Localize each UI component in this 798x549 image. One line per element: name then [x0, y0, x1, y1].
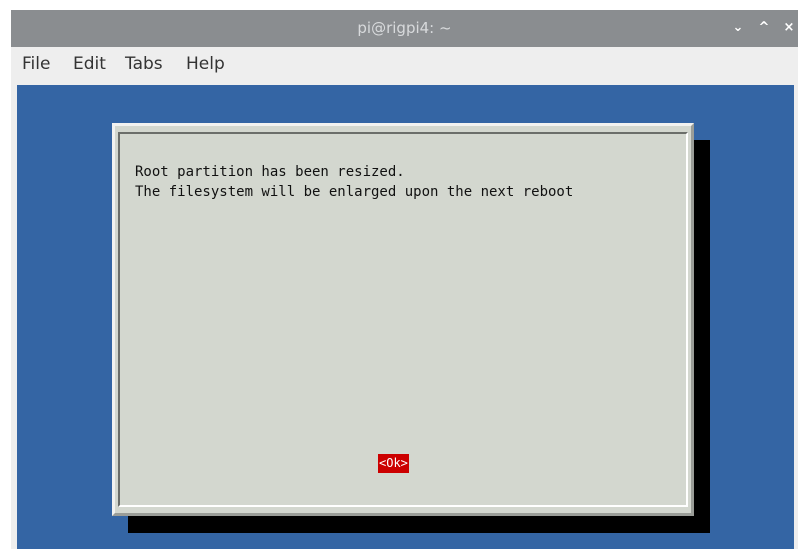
maximize-icon[interactable]: ^ — [757, 21, 771, 35]
minimize-icon[interactable]: ⌄ — [731, 21, 745, 35]
terminal-area[interactable]: Root partition has been resized. The fil… — [17, 85, 794, 549]
menu-help[interactable]: Help — [186, 54, 225, 74]
window-title: pi@rigpi4: ~ — [357, 19, 452, 37]
close-icon[interactable]: × — [782, 21, 796, 35]
terminal-window: pi@rigpi4: ~ ⌄ ^ × File Edit Tabs Help R… — [11, 10, 798, 549]
ok-button[interactable]: <Ok> — [378, 454, 409, 473]
menu-edit[interactable]: Edit — [73, 54, 106, 74]
dialog-message-line-2: The filesystem will be enlarged upon the… — [135, 184, 574, 200]
menu-tabs[interactable]: Tabs — [125, 54, 163, 74]
menu-bar: File Edit Tabs Help — [11, 47, 798, 83]
menu-file[interactable]: File — [22, 54, 50, 74]
dialog-frame: Root partition has been resized. The fil… — [118, 132, 688, 507]
message-dialog: Root partition has been resized. The fil… — [112, 123, 694, 516]
dialog-message-line-1: Root partition has been resized. — [135, 164, 405, 180]
title-bar[interactable]: pi@rigpi4: ~ ⌄ ^ × — [11, 10, 798, 47]
